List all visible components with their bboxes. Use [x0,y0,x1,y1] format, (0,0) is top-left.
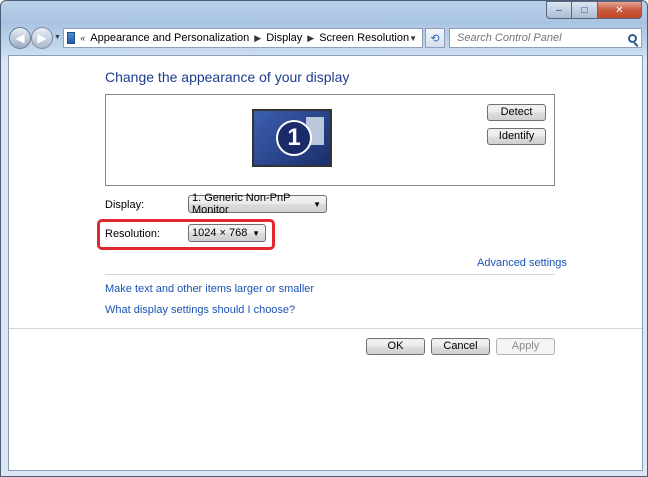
recent-pages-dropdown-icon[interactable]: ▼ [54,34,61,41]
text-size-link[interactable]: Make text and other items larger or smal… [105,283,314,295]
search-input[interactable] [455,31,624,45]
page-title: Change the appearance of your display [105,69,350,85]
display-preview-area: 1 Detect Identify [105,94,555,186]
display-select-value: 1. Generic Non-PnP Monitor [192,192,291,216]
refresh-button[interactable]: ⟲ [425,28,445,48]
minimize-button[interactable]: – [546,1,572,19]
advanced-settings-link[interactable]: Advanced settings [477,257,567,269]
monitor-number: 1 [276,120,312,156]
content-pane: Change the appearance of your display 1 … [8,55,643,471]
address-bar[interactable]: « Appearance and Personalization ▶ Displ… [63,28,423,48]
address-dropdown-icon[interactable]: ▼ [409,34,417,43]
breadcrumb-display[interactable]: Display [266,32,302,44]
display-select[interactable]: 1. Generic Non-PnP Monitor ▼ [188,192,327,216]
search-icon[interactable] [628,33,637,43]
detect-button[interactable]: Detect [487,104,546,121]
display-settings-help-link[interactable]: What display settings should I choose? [105,304,295,316]
forward-button[interactable]: ▶ [31,27,53,49]
close-button[interactable]: ✕ [598,1,642,19]
chevron-down-icon: ▼ [313,199,321,209]
ok-button[interactable]: OK [366,338,425,355]
breadcrumb-separator-icon[interactable]: ▶ [307,33,314,44]
caption-buttons: – □ ✕ [546,1,642,19]
divider [105,274,555,275]
apply-button[interactable]: Apply [496,338,555,355]
maximize-button[interactable]: □ [572,1,598,19]
search-box[interactable] [449,28,642,48]
refresh-icon: ⟲ [430,32,440,45]
identify-button[interactable]: Identify [487,128,546,145]
resolution-highlight-box [97,219,275,250]
display-label: Display: [105,199,145,211]
monitor-1-icon[interactable]: 1 [252,109,332,167]
screen-resolution-window: – □ ✕ ◀ ▶ ▼ « Appearance and Personaliza… [0,0,648,477]
breadcrumb-overflow-icon[interactable]: « [80,33,85,43]
footer-divider [9,328,642,329]
breadcrumb-screen-resolution[interactable]: Screen Resolution [319,32,409,44]
back-button[interactable]: ◀ [9,27,31,49]
back-arrow-icon: ◀ [15,31,25,45]
cancel-button[interactable]: Cancel [431,338,490,355]
breadcrumb-separator-icon[interactable]: ▶ [254,33,261,44]
forward-arrow-icon: ▶ [37,31,47,45]
control-panel-icon [67,32,76,44]
breadcrumb-appearance[interactable]: Appearance and Personalization [90,32,249,44]
